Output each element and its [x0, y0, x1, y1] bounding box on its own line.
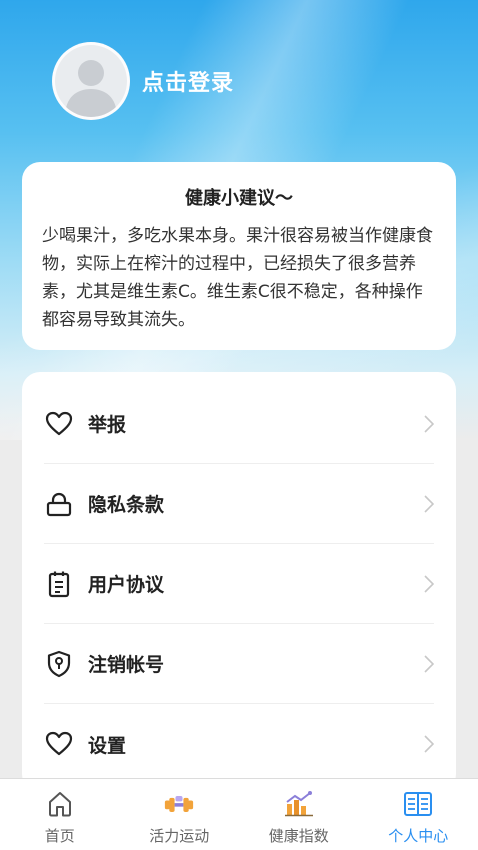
menu-item-label: 举报 — [88, 414, 127, 436]
user-placeholder-icon — [65, 60, 117, 117]
home-icon — [45, 789, 75, 819]
dumbbell-icon — [164, 789, 194, 819]
tip-title: 健康小建议～ — [185, 188, 293, 209]
bottom-tab-bar: 首页 活力运动 健康指数 个人中心 — [0, 778, 478, 850]
heart-icon — [44, 409, 74, 439]
tab-label: 活力运动 — [149, 827, 210, 845]
health-tip-card: 健康小建议～ 少喝果汁，多吃水果本身。果汁很容易被当作健康食物，实际上在榨汁的过… — [22, 162, 456, 350]
menu-item-privacy[interactable]: 隐私条款 — [44, 464, 435, 544]
book-icon — [403, 789, 433, 819]
lock-icon — [44, 489, 74, 519]
menu-item-label: 注销帐号 — [88, 654, 165, 676]
menu-item-label: 用户协议 — [88, 574, 165, 596]
tab-label: 健康指数 — [268, 827, 329, 845]
menu-item-label: 隐私条款 — [88, 494, 165, 516]
chevron-right-icon — [424, 574, 435, 597]
shield-key-icon — [44, 649, 74, 679]
heart-icon — [44, 729, 74, 759]
avatar[interactable] — [52, 42, 130, 120]
menu-item-delete-account[interactable]: 注销帐号 — [44, 624, 435, 704]
menu-item-report[interactable]: 举报 — [44, 372, 435, 464]
chevron-right-icon — [424, 735, 435, 757]
tab-label: 个人中心 — [388, 827, 449, 845]
menu-item-user-agreement[interactable]: 用户协议 — [44, 544, 435, 624]
chart-icon — [284, 789, 314, 819]
profile-header[interactable]: 点击登录 — [52, 42, 234, 120]
tab-fitness[interactable]: 活力运动 — [120, 779, 240, 850]
chevron-right-icon — [424, 494, 435, 517]
tab-health-index[interactable]: 健康指数 — [239, 779, 359, 850]
tip-body: 少喝果汁，多吃水果本身。果汁很容易被当作健康食物，实际上在榨汁的过程中，已经损失… — [42, 226, 433, 330]
chevron-right-icon — [424, 654, 435, 677]
menu-item-settings[interactable]: 设置 — [44, 704, 435, 784]
menu-item-label: 设置 — [88, 734, 127, 757]
chevron-right-icon — [424, 414, 435, 437]
menu-list: 举报 隐私条款 用户协议 注销帐号 设置 — [22, 372, 456, 792]
tab-profile[interactable]: 个人中心 — [359, 779, 478, 850]
login-link[interactable]: 点击登录 — [142, 65, 234, 97]
tab-home[interactable]: 首页 — [0, 779, 120, 850]
tab-label: 首页 — [44, 827, 75, 845]
document-icon — [44, 569, 74, 599]
